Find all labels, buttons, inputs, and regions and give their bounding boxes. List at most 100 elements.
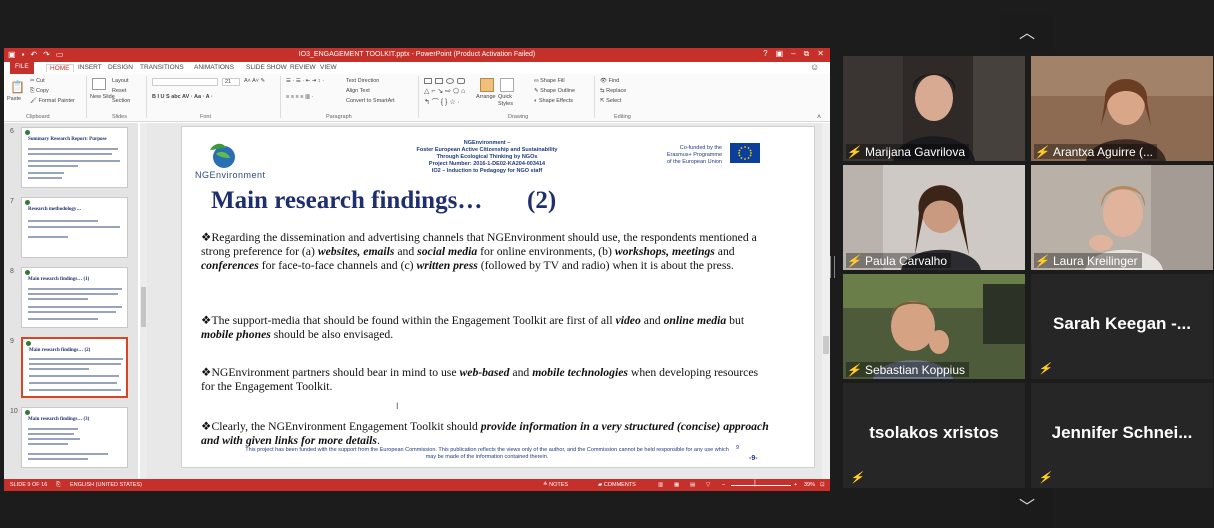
list-buttons[interactable]: ☰ · ☰ · ⇤ ⇥ ↕ · (286, 78, 324, 84)
ribbon-display-icon[interactable]: ▣ (776, 49, 784, 59)
slide-scrollbar[interactable] (822, 123, 830, 479)
scroll-down-icon[interactable]: ﹀ (1000, 488, 1054, 528)
scrollbar-thumb[interactable] (823, 336, 829, 354)
tab-insert[interactable]: INSERT (78, 64, 102, 71)
zoom-slider-thumb[interactable]: | (754, 480, 756, 487)
language-indicator[interactable]: ENGLISH (UNITED STATES) (70, 482, 142, 488)
bullet-emphasis: workshops, meetings (614, 245, 715, 258)
font-style-buttons[interactable]: B I U S abc AV · Aa · A · (152, 94, 213, 100)
shape-rectangle-icon[interactable] (424, 78, 432, 84)
participant-tile[interactable]: tsolakos xristos ⚡ (843, 383, 1025, 488)
tab-review[interactable]: REVIEW (290, 64, 316, 71)
fit-to-window-icon[interactable]: ⊡ (820, 482, 825, 488)
spellcheck-icon[interactable]: ⎘ (56, 482, 60, 489)
tab-slide-show[interactable]: SLIDE SHOW (246, 64, 287, 71)
scrollbar-thumb[interactable] (141, 287, 146, 327)
bullet-text: ❖NGEnvironment partners should bear in m… (201, 366, 460, 379)
slide-thumbnail-7[interactable]: Research methodology… (21, 197, 128, 258)
tab-home[interactable]: HOME (46, 64, 74, 72)
help-icon[interactable]: ? (763, 49, 767, 59)
participant-tile[interactable]: Jennifer Schnei... ⚡ (1031, 383, 1213, 488)
tab-design[interactable]: DESIGN (108, 64, 133, 71)
arrange-button[interactable]: Arrange (476, 94, 496, 100)
normal-view-icon[interactable]: ▥ (658, 482, 663, 488)
scroll-up-icon[interactable]: ︿ (1000, 14, 1054, 54)
zoom-level[interactable]: 39% (804, 482, 815, 488)
shape-oval-icon[interactable] (446, 78, 454, 84)
slide-sorter-icon[interactable]: ▦ (674, 482, 679, 488)
select-button[interactable]: ⇱ Select (600, 98, 621, 104)
font-family-select[interactable] (152, 78, 218, 86)
close-button[interactable]: ✕ (817, 49, 824, 59)
zoom-out-icon[interactable]: – (722, 482, 725, 488)
tab-animations[interactable]: ANIMATIONS (194, 64, 234, 71)
text-direction-button[interactable]: Text Direction (346, 78, 379, 84)
slide-thumbnails-pane: 6 Summary Research Report: Purpose 7 Res… (4, 123, 138, 479)
paste-button[interactable]: Paste (7, 96, 21, 102)
comments-button[interactable]: ▰ COMMENTS (598, 482, 636, 488)
current-slide[interactable]: NGEnvironment NGEnvironment – Foster Eur… (181, 126, 815, 468)
replace-button[interactable]: ⇆ Replace (600, 88, 626, 94)
section-button[interactable]: Section (112, 98, 130, 104)
shape-gallery[interactable]: △ ⌐ ↘ ⇨ ⬠ ⌂ (424, 87, 465, 95)
shape-gallery-row[interactable]: ↰ ⌒ { } ☆ · (424, 97, 460, 107)
quick-styles-button[interactable]: Quick Styles (498, 94, 522, 108)
thumbnail-text-line (28, 220, 98, 222)
panel-splitter-handle[interactable] (830, 256, 835, 278)
slide-thumbnail-6[interactable]: Summary Research Report: Purpose (21, 127, 128, 188)
bullet-text: and (509, 366, 533, 379)
format-painter-button[interactable]: 🖌 Format Painter (30, 98, 75, 104)
participant-name: Sarah Keegan -... (1053, 314, 1191, 333)
participant-tile[interactable]: ⚡ Paula Carvalho (843, 165, 1025, 270)
shape-rounded-icon[interactable] (457, 78, 465, 84)
tab-file[interactable]: FILE (10, 62, 34, 74)
thumbnail-text-line (28, 172, 64, 174)
collapse-ribbon-icon[interactable]: ˄ (817, 114, 821, 121)
minimize-button[interactable]: – (791, 49, 795, 59)
slide-thumbnail-10[interactable]: Main research findings… (3) (21, 407, 128, 468)
font-grow-icons[interactable]: A˄ A˅ ✎ (244, 78, 265, 84)
font-size-select[interactable]: 21 (222, 78, 240, 86)
align-buttons[interactable]: ≡ ≡ ≡ ≡ ▥ · (286, 94, 314, 100)
cut-button[interactable]: ✂ Cut (30, 78, 45, 84)
zoom-slider[interactable] (731, 485, 791, 486)
shared-screen: ▣ ▪ ↶ ↷ ▭ IO3_ENGAGEMENT TOOLKIT.pptx - … (4, 48, 830, 491)
reading-view-icon[interactable]: ▤ (690, 482, 695, 488)
participant-name: tsolakos xristos (869, 423, 999, 442)
thumbnail-text-line (29, 382, 117, 384)
paste-icon[interactable]: 📋 (10, 80, 25, 94)
participant-tile[interactable]: ⚡ Arantxa Aguirre (... (1031, 56, 1213, 161)
find-button[interactable]: 👁 Find (600, 78, 619, 84)
participant-tile[interactable]: ⚡ Sebastian Koppius (843, 274, 1025, 379)
slide-thumbnail-9[interactable]: Main research findings… (2) (21, 337, 128, 398)
notes-button[interactable]: ≙ NOTES (543, 482, 568, 488)
account-icon[interactable]: ☺ (810, 62, 819, 72)
new-slide-icon[interactable] (92, 78, 106, 90)
window-controls: ? ▣ – ⧉ ✕ (763, 49, 824, 59)
align-text-button[interactable]: Align Text (346, 88, 370, 94)
shape-effects-button[interactable]: ◐ Shape Effects (534, 98, 573, 104)
reset-button[interactable]: Reset (112, 88, 126, 94)
thumbnails-scrollbar[interactable] (140, 123, 147, 479)
copy-button[interactable]: ⎘ Copy (30, 88, 49, 95)
tab-transitions[interactable]: TRANSITIONS (140, 64, 184, 71)
group-divider (146, 76, 147, 118)
slideshow-view-icon[interactable]: ▽ (706, 482, 710, 488)
bullet-emphasis: social media (417, 245, 478, 258)
participant-tile[interactable]: ⚡ Marijana Gavrilova (843, 56, 1025, 161)
layout-button[interactable]: Layout (112, 78, 129, 84)
bullet-technologies: ❖NGEnvironment partners should bear in m… (201, 366, 769, 394)
shape-outline-button[interactable]: ✎ Shape Outline (534, 88, 575, 94)
shape-rectangle-icon[interactable] (435, 78, 443, 84)
shape-fill-button[interactable]: ⛀ Shape Fill (534, 78, 565, 84)
thumbnail-text-line (28, 428, 78, 430)
thumbnail-logo (25, 130, 30, 135)
participant-tile[interactable]: Sarah Keegan -... ⚡ (1031, 274, 1213, 379)
tab-view[interactable]: VIEW (320, 64, 337, 71)
restore-button[interactable]: ⧉ (804, 49, 810, 59)
slide-thumbnail-8[interactable]: Main research findings… (1) (21, 267, 128, 328)
bullet-text: ❖The support-media that should be found … (201, 314, 616, 327)
participant-tile[interactable]: ⚡ Laura Kreilinger (1031, 165, 1213, 270)
convert-smartart-button[interactable]: Convert to SmartArt (346, 98, 395, 104)
zoom-in-icon[interactable]: + (794, 482, 797, 488)
